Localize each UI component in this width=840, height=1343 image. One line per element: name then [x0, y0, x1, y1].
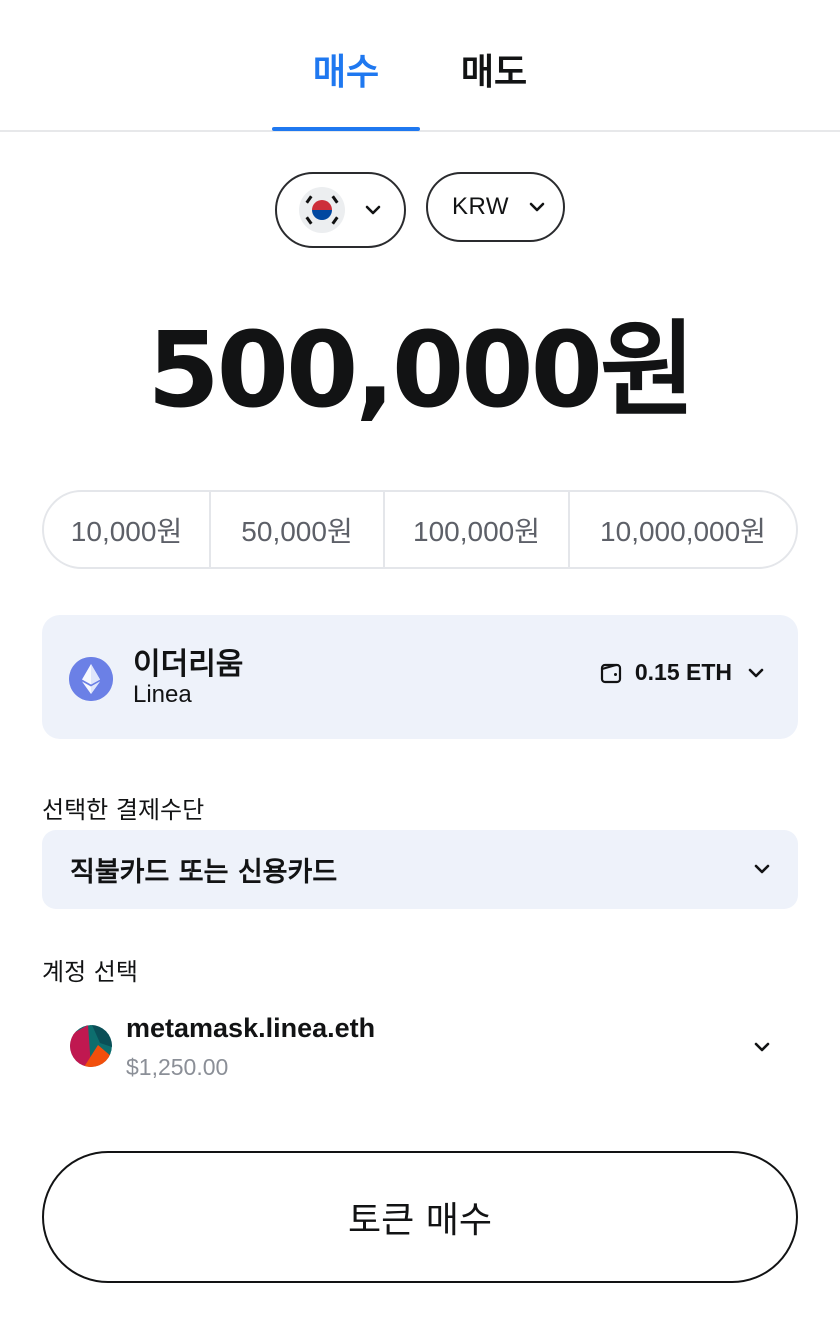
chevron-down-icon: [748, 668, 764, 677]
quick-amount-button[interactable]: 50,000원: [211, 492, 385, 567]
token-balance-value: 0.15 ETH: [634, 659, 732, 685]
amount-display[interactable]: 500,000원: [0, 300, 840, 440]
account-label: 계정 선택: [42, 958, 138, 986]
chevron-down-icon: [754, 1042, 770, 1052]
buy-token-button[interactable]: 토큰 매수: [42, 1151, 798, 1283]
tab-sell[interactable]: 매도: [420, 48, 568, 98]
south-korea-flag-icon: [299, 187, 345, 233]
currency-code: KRW: [452, 193, 510, 220]
chevron-down-icon: [365, 205, 381, 215]
region-selector[interactable]: [275, 172, 406, 248]
payment-method-select[interactable]: 직불카드 또는 신용카드: [42, 830, 798, 909]
token-selector[interactable]: 이더리움 Linea 0.15 ETH: [42, 615, 798, 739]
token-network: Linea: [133, 681, 192, 708]
currency-selector[interactable]: KRW: [426, 172, 565, 242]
buy-sell-tabs: 매수 매도: [0, 0, 840, 132]
chevron-down-icon: [754, 864, 770, 874]
ethereum-icon: [69, 657, 113, 701]
account-avatar: [70, 1025, 112, 1067]
token-name: 이더리움: [133, 647, 244, 682]
account-balance: $1,250.00: [126, 1054, 229, 1080]
quick-amount-group: 10,000원 50,000원 100,000원 10,000,000원: [42, 490, 798, 569]
quick-amount-button[interactable]: 10,000,000원: [570, 492, 796, 567]
quick-amount-button[interactable]: 100,000원: [385, 492, 570, 567]
account-selector[interactable]: metamask.linea.eth $1,250.00: [42, 1005, 798, 1093]
token-balance: 0.15 ETH: [599, 659, 768, 686]
tab-buy[interactable]: 매수: [272, 48, 420, 98]
quick-amount-button[interactable]: 10,000원: [44, 492, 211, 567]
payment-method-label: 선택한 결제수단: [42, 796, 205, 824]
payment-method-value: 직불카드 또는 신용카드: [70, 857, 338, 888]
active-tab-indicator: [272, 127, 420, 131]
chevron-down-icon: [529, 202, 545, 212]
account-name: metamask.linea.eth: [126, 1013, 376, 1043]
wallet-icon: [600, 663, 621, 683]
